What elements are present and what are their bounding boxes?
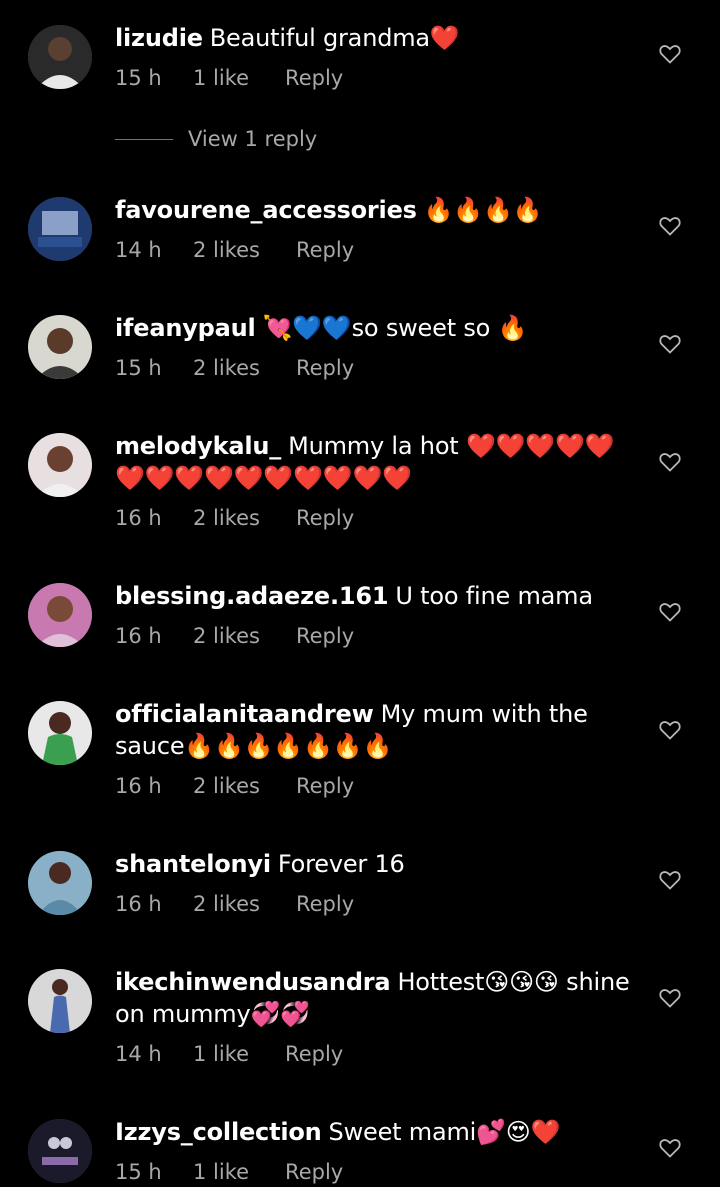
comment-text: officialanitaandrew My mum with the sauce… — [115, 698, 635, 762]
avatar[interactable] — [28, 969, 92, 1033]
comment-content: Sweet mami💕😍❤️ — [328, 1118, 561, 1146]
comment-text: ikechinwendusandra Hottest😘😘😘 shine on mu… — [115, 966, 635, 1030]
username[interactable]: officialanitaandrew — [115, 700, 374, 728]
avatar[interactable] — [28, 433, 92, 497]
comment-text: ifeanypaul 💘💙💙so sweet so 🔥 — [115, 312, 635, 344]
likes-count[interactable]: 2 likes — [193, 892, 260, 916]
comment-time: 15 h — [115, 356, 162, 380]
like-heart-icon[interactable] — [658, 718, 682, 742]
likes-count[interactable]: 1 like — [193, 66, 249, 90]
comment-time: 16 h — [115, 774, 162, 798]
comment-text: lizudie Beautiful grandma❤️ — [115, 22, 635, 54]
reply-button[interactable]: Reply — [285, 1042, 343, 1066]
comment-time: 16 h — [115, 506, 162, 530]
likes-count[interactable]: 1 like — [193, 1160, 249, 1184]
likes-count[interactable]: 2 likes — [193, 506, 260, 530]
likes-count[interactable]: 2 likes — [193, 774, 260, 798]
likes-count[interactable]: 2 likes — [193, 624, 260, 648]
comment-time: 16 h — [115, 624, 162, 648]
avatar[interactable] — [28, 583, 92, 647]
reply-button[interactable]: Reply — [296, 624, 354, 648]
comment-time: 15 h — [115, 66, 162, 90]
comment-content: Beautiful grandma❤️ — [209, 24, 460, 52]
comment-text: Izzys_collection Sweet mami💕😍❤️ — [115, 1116, 635, 1148]
reply-button[interactable]: Reply — [296, 356, 354, 380]
username[interactable]: melodykalu_ — [115, 432, 281, 460]
likes-count[interactable]: 2 likes — [193, 238, 260, 262]
avatar[interactable] — [28, 197, 92, 261]
comment-content: U too fine mama — [395, 582, 593, 610]
like-heart-icon[interactable] — [658, 214, 682, 238]
comment-text: favourene_accessories 🔥🔥🔥🔥 — [115, 194, 635, 226]
reply-button[interactable]: Reply — [296, 506, 354, 530]
reply-button[interactable]: Reply — [296, 238, 354, 262]
like-heart-icon[interactable] — [658, 600, 682, 624]
comment-time: 15 h — [115, 1160, 162, 1184]
reply-button[interactable]: Reply — [296, 892, 354, 916]
replies-divider — [115, 138, 173, 140]
view-replies-label[interactable]: View 1 reply — [188, 127, 317, 151]
likes-count[interactable]: 2 likes — [193, 356, 260, 380]
avatar[interactable] — [28, 701, 92, 765]
comment-time: 14 h — [115, 238, 162, 262]
comment-text: melodykalu_ Mummy la hot ❤️❤️❤️❤️❤️❤️❤️❤️… — [115, 430, 635, 494]
username[interactable]: ikechinwendusandra — [115, 968, 391, 996]
comment-text: shantelonyi Forever 16 — [115, 848, 635, 880]
like-heart-icon[interactable] — [658, 42, 682, 66]
like-heart-icon[interactable] — [658, 1136, 682, 1160]
like-heart-icon[interactable] — [658, 332, 682, 356]
avatar[interactable] — [28, 851, 92, 915]
username[interactable]: Izzys_collection — [115, 1118, 322, 1146]
avatar[interactable] — [28, 25, 92, 89]
reply-button[interactable]: Reply — [285, 1160, 343, 1184]
username[interactable]: shantelonyi — [115, 850, 271, 878]
reply-button[interactable]: Reply — [296, 774, 354, 798]
like-heart-icon[interactable] — [658, 986, 682, 1010]
comment-content: Forever 16 — [277, 850, 405, 878]
like-heart-icon[interactable] — [658, 450, 682, 474]
likes-count[interactable]: 1 like — [193, 1042, 249, 1066]
avatar[interactable] — [28, 315, 92, 379]
avatar[interactable] — [28, 1119, 92, 1183]
view-replies-link[interactable]: View 1 reply — [115, 127, 317, 151]
reply-button[interactable]: Reply — [285, 66, 343, 90]
username[interactable]: ifeanypaul — [115, 314, 256, 342]
comment-text: blessing.adaeze.161 U too fine mama — [115, 580, 635, 612]
like-heart-icon[interactable] — [658, 868, 682, 892]
comment-content: 💘💙💙so sweet so 🔥 — [262, 314, 528, 342]
username[interactable]: blessing.adaeze.161 — [115, 582, 389, 610]
username[interactable]: favourene_accessories — [115, 196, 417, 224]
comment-content: 🔥🔥🔥🔥 — [423, 196, 543, 224]
comment-time: 16 h — [115, 892, 162, 916]
username[interactable]: lizudie — [115, 24, 203, 52]
comment-time: 14 h — [115, 1042, 162, 1066]
